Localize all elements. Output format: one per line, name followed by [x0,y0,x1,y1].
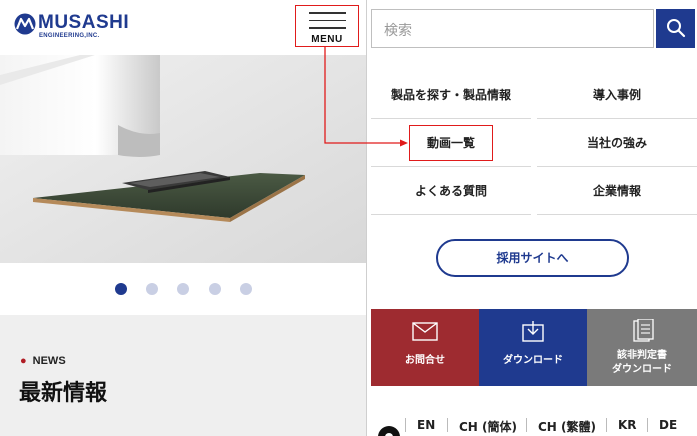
menu-item-faq[interactable]: よくある質問 [371,168,531,215]
carousel-dot[interactable] [115,283,127,295]
logo-subtitle: ENGINEERING,INC. [39,33,100,39]
language-kr[interactable]: KR [618,418,637,432]
carousel-pagination [0,283,366,297]
classification-label-line2: ダウンロード [612,364,672,375]
globe-icon [378,426,400,436]
logo-mark-icon [14,13,36,35]
hero-image [0,55,366,263]
download-icon [522,321,544,342]
language-de[interactable]: DE [659,418,677,432]
menu-item-strengths[interactable]: 当社の強み [537,120,697,167]
logo-wordmark: MUSASHI [38,12,130,33]
menu-button[interactable]: MENU [295,5,359,47]
classification-label: 該非判定書 ダウンロード [587,349,697,377]
menu-item-videos[interactable]: 動画一覧 [371,120,531,167]
language-ch-simplified[interactable]: CH (簡体) [459,418,517,435]
contact-button[interactable]: お問合せ [371,309,479,386]
carousel-dot[interactable] [240,283,252,295]
search-icon [667,19,686,38]
recruit-site-button[interactable]: 採用サイトへ [436,239,629,277]
language-separator [647,418,648,432]
download-button[interactable]: ダウンロード [479,309,587,386]
search-button[interactable] [656,9,695,48]
news-tag: ● NEWS [20,355,66,367]
language-ch-traditional[interactable]: CH (繁體) [538,418,596,435]
language-separator [405,418,406,432]
carousel-dot[interactable] [209,283,221,295]
language-separator [447,418,448,432]
search-input[interactable]: 検索 [371,9,654,48]
carousel-dot[interactable] [177,283,189,295]
main-page: MUSASHI ENGINEERING,INC. ● NEWS 最新情報 MEN… [0,0,366,436]
contact-label: お問合せ [405,355,445,366]
musashi-logo[interactable]: MUSASHI ENGINEERING,INC. [14,12,134,42]
document-icon [633,319,654,342]
menu-label: MENU [311,34,343,45]
language-separator [526,418,527,432]
menu-item-products[interactable]: 製品を探す・製品情報 [371,72,531,119]
bullet-icon: ● [20,355,27,367]
menu-item-case-studies[interactable]: 導入事例 [537,72,697,119]
news-section: ● NEWS 最新情報 [0,315,366,436]
menu-item-company[interactable]: 企業情報 [537,168,697,215]
hamburger-icon [309,12,346,35]
mail-icon [412,322,438,341]
language-en[interactable]: EN [417,418,435,432]
language-separator [606,418,607,432]
classification-label-line1: 該非判定書 [617,350,667,361]
language-bar: EN CH (簡体) CH (繁體) KR DE [367,410,697,436]
hero-carousel-slide[interactable] [0,55,366,263]
news-tag-label: NEWS [32,355,66,367]
download-label: ダウンロード [503,355,563,366]
carousel-dot[interactable] [146,283,158,295]
classification-download-button[interactable]: 該非判定書 ダウンロード [587,309,697,386]
news-heading: 最新情報 [19,381,108,406]
